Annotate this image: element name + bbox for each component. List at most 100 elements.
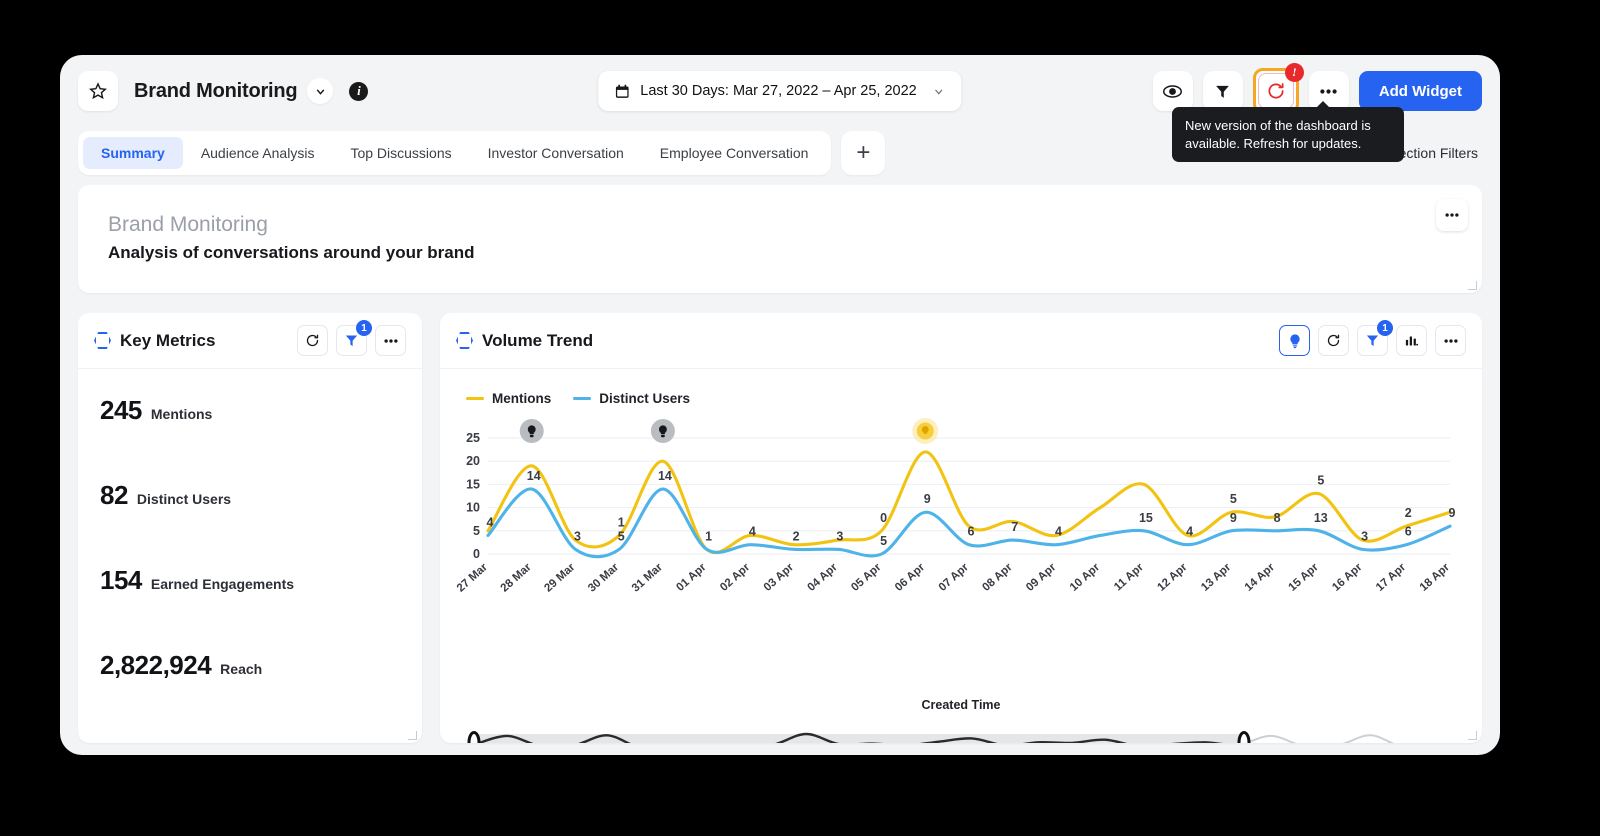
tab-audience-analysis[interactable]: Audience Analysis [183, 137, 333, 169]
svg-text:03 Apr: 03 Apr [762, 561, 797, 594]
volume-trend-more-button[interactable] [1435, 325, 1466, 356]
svg-text:14: 14 [658, 469, 672, 483]
svg-text:10 Apr: 10 Apr [1068, 561, 1103, 594]
more-options-icon [1320, 89, 1337, 94]
svg-text:3: 3 [836, 529, 843, 543]
dashboard-header-card: Brand Monitoring Analysis of conversatio… [78, 185, 1482, 293]
volume-trend-insights-button[interactable] [1279, 325, 1310, 356]
volume-trend-chart-type-button[interactable] [1396, 325, 1427, 356]
resize-handle[interactable] [408, 731, 417, 740]
dashboard-dropdown-button[interactable] [307, 78, 333, 104]
svg-text:15: 15 [466, 477, 480, 491]
key-metrics-tools: 1 [297, 325, 406, 356]
filter-icon [344, 333, 359, 348]
svg-text:10: 10 [466, 501, 480, 515]
volume-trend-filter-button[interactable]: 1 [1357, 325, 1388, 356]
resize-handle[interactable] [1468, 731, 1477, 740]
range-selector-svg[interactable] [462, 722, 1462, 743]
key-metrics-title: Key Metrics [120, 331, 215, 351]
metric-row: 154 Earned Engagements [78, 543, 422, 628]
tab-summary[interactable]: Summary [83, 137, 183, 169]
svg-text:2: 2 [793, 529, 800, 543]
svg-text:4: 4 [1186, 525, 1193, 539]
metric-label: Distinct Users [137, 491, 231, 507]
svg-text:17 Apr: 17 Apr [1374, 561, 1409, 594]
top-bar: Brand Monitoring i Last 30 Days: Mar 27,… [60, 55, 1500, 127]
volume-trend-refresh-button[interactable] [1318, 325, 1349, 356]
legend-label: Distinct Users [599, 391, 690, 406]
volume-trend-header: Volume Trend [440, 313, 1482, 369]
tab-top-discussions[interactable]: Top Discussions [332, 137, 469, 169]
volume-trend-title: Volume Trend [482, 331, 593, 351]
header-card-subtitle: Analysis of conversations around your br… [108, 243, 1452, 263]
svg-text:31 Mar: 31 Mar [630, 561, 665, 595]
x-axis-title: Created Time [440, 698, 1482, 712]
svg-text:12 Apr: 12 Apr [1155, 561, 1190, 594]
theme-toggle-button[interactable] [1153, 71, 1193, 111]
svg-text:16 Apr: 16 Apr [1330, 561, 1365, 594]
svg-text:30 Mar: 30 Mar [586, 561, 621, 595]
svg-text:9: 9 [1449, 506, 1456, 520]
calendar-icon [614, 83, 630, 100]
date-range-picker[interactable]: Last 30 Days: Mar 27, 2022 – Apr 25, 202… [598, 71, 961, 111]
svg-text:9: 9 [924, 492, 931, 506]
svg-text:18 Apr: 18 Apr [1418, 561, 1453, 594]
lightbulb-icon [1287, 333, 1303, 349]
svg-text:2: 2 [1405, 506, 1412, 520]
svg-text:20: 20 [466, 454, 480, 468]
refresh-tooltip: New version of the dashboard is availabl… [1172, 107, 1404, 162]
chevron-down-icon [314, 85, 327, 98]
theme-toggle-icon [1162, 81, 1183, 102]
favorite-star-button[interactable] [78, 71, 118, 111]
resize-handle[interactable] [1468, 281, 1477, 290]
metric-value: 82 [100, 480, 128, 511]
add-tab-button[interactable]: + [841, 131, 885, 175]
chevron-down-icon [933, 85, 946, 98]
key-metrics-refresh-button[interactable] [297, 325, 328, 356]
bar-chart-icon [1404, 333, 1419, 348]
tab-investor-conversation[interactable]: Investor Conversation [470, 137, 642, 169]
svg-text:6: 6 [968, 525, 975, 539]
svg-text:14: 14 [527, 469, 541, 483]
svg-text:27 Mar: 27 Mar [455, 561, 490, 595]
svg-text:5: 5 [1317, 474, 1324, 488]
filter-icon [1214, 83, 1231, 100]
line-chart-svg[interactable]: 0510152025414351141423509674154958135362… [440, 414, 1460, 614]
metric-value: 154 [100, 565, 142, 596]
info-icon[interactable]: i [349, 82, 368, 101]
key-metrics-filter-button[interactable]: 1 [336, 325, 367, 356]
more-options-icon [384, 339, 398, 343]
add-widget-button[interactable]: Add Widget [1359, 71, 1482, 111]
metric-row: 2,822,924 Reach [78, 628, 422, 713]
svg-text:4: 4 [487, 515, 494, 529]
dashboard-title-group: Brand Monitoring i [134, 78, 368, 104]
svg-text:25: 25 [466, 431, 480, 445]
widget-status-icon [456, 332, 473, 349]
svg-text:5: 5 [880, 534, 887, 548]
svg-text:1: 1 [705, 529, 712, 543]
more-options-icon [1445, 213, 1459, 217]
svg-text:13: 13 [1314, 511, 1328, 525]
svg-text:29 Mar: 29 Mar [542, 561, 577, 595]
volume-trend-filter-count: 1 [1377, 320, 1393, 336]
global-filter-button[interactable] [1203, 71, 1243, 111]
svg-text:5: 5 [618, 529, 625, 543]
volume-trend-chart: 0510152025414351141423509674154958135362… [440, 414, 1482, 644]
refresh-icon [1266, 81, 1286, 101]
legend-swatch [466, 397, 484, 401]
key-metrics-more-button[interactable] [375, 325, 406, 356]
svg-text:0: 0 [880, 511, 887, 525]
chart-range-scrollbar[interactable] [462, 722, 1460, 743]
legend-item-mentions[interactable]: Mentions [466, 391, 551, 406]
svg-text:11 Apr: 11 Apr [1112, 561, 1146, 594]
metric-row: 82 Distinct Users [78, 458, 422, 543]
header-card-more-button[interactable] [1436, 199, 1468, 231]
svg-text:13 Apr: 13 Apr [1199, 561, 1234, 594]
svg-text:15 Apr: 15 Apr [1287, 561, 1322, 594]
refresh-alert-badge: ! [1285, 63, 1304, 82]
svg-text:5: 5 [1230, 492, 1237, 506]
tab-employee-conversation[interactable]: Employee Conversation [642, 137, 827, 169]
key-metrics-filter-count: 1 [356, 320, 372, 336]
legend-item-distinct-users[interactable]: Distinct Users [573, 391, 690, 406]
metric-label: Mentions [151, 406, 212, 422]
